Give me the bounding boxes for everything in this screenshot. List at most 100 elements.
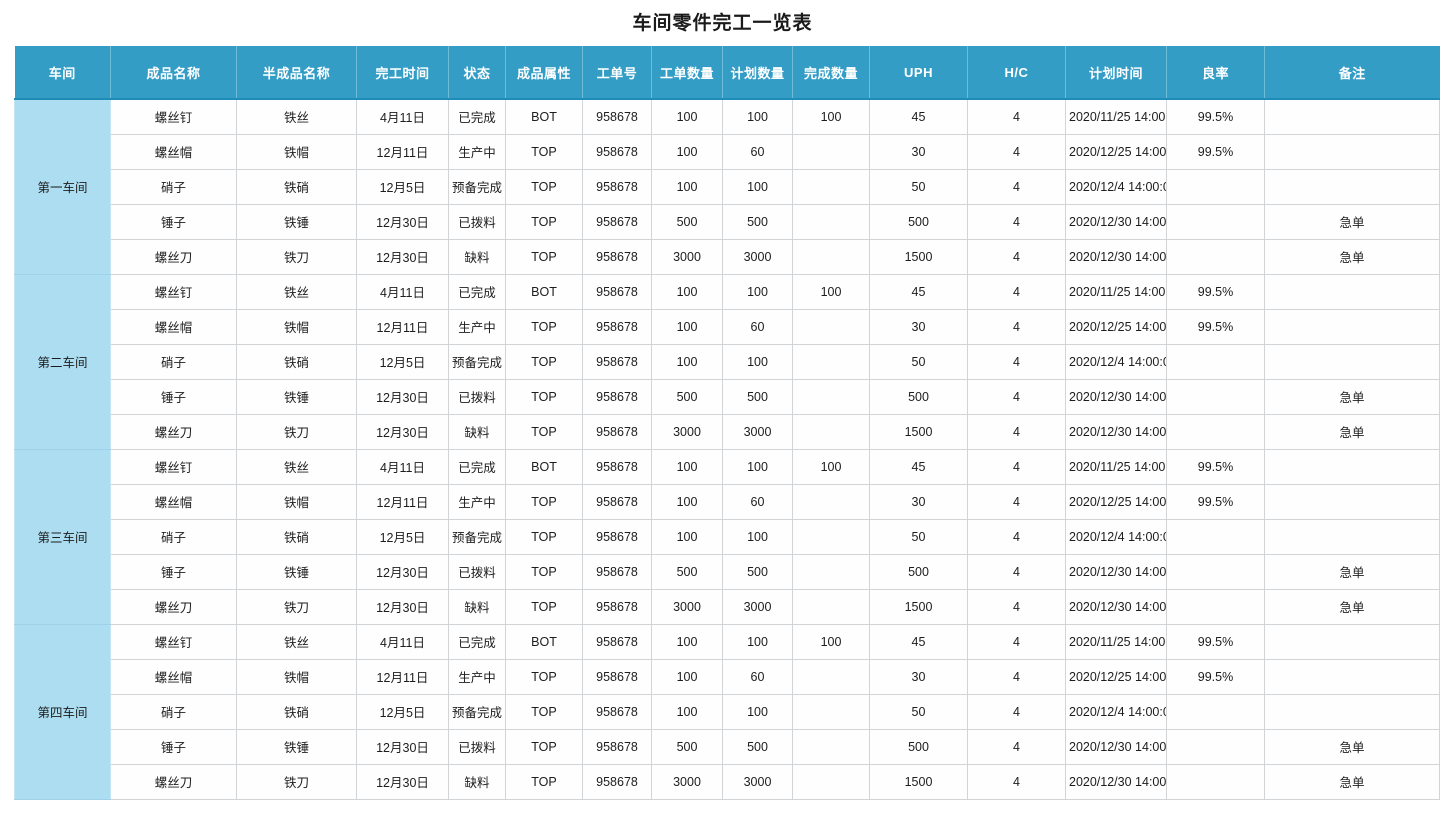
cell-finish-time[interactable]: 4月11日 xyxy=(356,623,449,660)
cell-yield-rate[interactable]: 99.5% xyxy=(1166,623,1265,660)
cell-uph[interactable]: 1500 xyxy=(869,763,968,800)
cell-yield-rate[interactable] xyxy=(1166,168,1265,205)
col-header-hc[interactable]: H/C xyxy=(967,46,1066,100)
cell-plan-qty[interactable]: 100 xyxy=(722,273,793,310)
cell-note[interactable] xyxy=(1264,343,1440,380)
cell-plan-time[interactable]: 2020/12/30 14:00: xyxy=(1065,203,1167,240)
cell-status[interactable]: 生产中 xyxy=(448,658,506,695)
cell-product-name[interactable]: 硝子 xyxy=(110,693,237,730)
cell-uph[interactable]: 50 xyxy=(869,168,968,205)
cell-note[interactable] xyxy=(1264,448,1440,485)
cell-uph[interactable]: 30 xyxy=(869,658,968,695)
cell-done-qty[interactable] xyxy=(792,168,870,205)
cell-finish-time[interactable]: 12月30日 xyxy=(356,728,449,765)
cell-done-qty[interactable] xyxy=(792,553,870,590)
cell-hc[interactable]: 4 xyxy=(967,728,1066,765)
cell-hc[interactable]: 4 xyxy=(967,448,1066,485)
cell-plan-time[interactable]: 2020/12/30 14:00: xyxy=(1065,763,1167,800)
cell-hc[interactable]: 4 xyxy=(967,133,1066,170)
cell-semi-product-name[interactable]: 铁刀 xyxy=(236,763,357,800)
cell-plan-qty[interactable]: 500 xyxy=(722,378,793,415)
cell-note[interactable] xyxy=(1264,308,1440,345)
col-header-workshop[interactable]: 车间 xyxy=(14,46,111,100)
cell-order-qty[interactable]: 100 xyxy=(651,273,723,310)
cell-finish-time[interactable]: 12月11日 xyxy=(356,133,449,170)
cell-status[interactable]: 预备完成 xyxy=(448,168,506,205)
cell-done-qty[interactable] xyxy=(792,518,870,555)
col-header-semi-product-name[interactable]: 半成品名称 xyxy=(236,46,357,100)
cell-product-attr[interactable]: TOP xyxy=(505,133,583,170)
table-row[interactable]: 锤子 铁锤 12月30日 已拨料 TOP 958678 500 500 500 4 2020/12/… xyxy=(15,203,1440,240)
cell-plan-qty[interactable]: 3000 xyxy=(722,413,793,450)
cell-status[interactable]: 已拨料 xyxy=(448,553,506,590)
cell-uph[interactable]: 1500 xyxy=(869,413,968,450)
cell-order-no[interactable]: 958678 xyxy=(582,483,652,520)
cell-uph[interactable]: 45 xyxy=(869,448,968,485)
cell-finish-time[interactable]: 12月30日 xyxy=(356,553,449,590)
cell-order-qty[interactable]: 3000 xyxy=(651,238,723,275)
table-row[interactable]: 螺丝帽 铁帽 12月11日 生产中 TOP 958678 100 60 30 4 2020/12/2… xyxy=(15,658,1440,695)
cell-yield-rate[interactable] xyxy=(1166,518,1265,555)
cell-finish-time[interactable]: 12月11日 xyxy=(356,308,449,345)
cell-product-attr[interactable]: TOP xyxy=(505,238,583,275)
cell-semi-product-name[interactable]: 铁帽 xyxy=(236,658,357,695)
table-row[interactable]: 硝子 铁硝 12月5日 预备完成 TOP 958678 100 100 50 4 2020/12/4… xyxy=(15,518,1440,555)
cell-plan-time[interactable]: 2020/11/25 14:00: xyxy=(1065,623,1167,660)
cell-semi-product-name[interactable]: 铁锤 xyxy=(236,203,357,240)
cell-hc[interactable]: 4 xyxy=(967,763,1066,800)
table-row[interactable]: 螺丝帽 铁帽 12月11日 生产中 TOP 958678 100 60 30 4 2020/12/2… xyxy=(15,308,1440,345)
cell-uph[interactable]: 30 xyxy=(869,133,968,170)
cell-status[interactable]: 已完成 xyxy=(448,623,506,660)
cell-order-no[interactable]: 958678 xyxy=(582,238,652,275)
col-header-uph[interactable]: UPH xyxy=(869,46,968,100)
cell-plan-qty[interactable]: 60 xyxy=(722,658,793,695)
table-row[interactable]: 螺丝刀 铁刀 12月30日 缺料 TOP 958678 3000 3000 1500 4 2020/… xyxy=(15,763,1440,800)
cell-hc[interactable]: 4 xyxy=(967,273,1066,310)
cell-order-qty[interactable]: 100 xyxy=(651,518,723,555)
cell-done-qty[interactable] xyxy=(792,693,870,730)
cell-uph[interactable]: 30 xyxy=(869,308,968,345)
table-row[interactable]: 第四车间 螺丝钉 铁丝 4月11日 已完成 BOT 958678 100 100 100 45 4 20… xyxy=(14,623,1440,800)
cell-plan-qty[interactable]: 60 xyxy=(722,133,793,170)
cell-plan-time[interactable]: 2020/12/4 14:00:0 xyxy=(1065,168,1167,205)
cell-product-attr[interactable]: BOT xyxy=(505,98,583,135)
cell-finish-time[interactable]: 4月11日 xyxy=(356,448,449,485)
cell-done-qty[interactable] xyxy=(792,483,870,520)
cell-yield-rate[interactable] xyxy=(1166,378,1265,415)
cell-note[interactable]: 急单 xyxy=(1264,413,1440,450)
cell-order-qty[interactable]: 100 xyxy=(651,658,723,695)
cell-yield-rate[interactable] xyxy=(1166,413,1265,450)
cell-order-no[interactable]: 958678 xyxy=(582,203,652,240)
cell-status[interactable]: 已拨料 xyxy=(448,203,506,240)
cell-note[interactable]: 急单 xyxy=(1264,238,1440,275)
cell-yield-rate[interactable] xyxy=(1166,763,1265,800)
cell-product-attr[interactable]: TOP xyxy=(505,553,583,590)
cell-semi-product-name[interactable]: 铁丝 xyxy=(236,98,357,135)
cell-product-name[interactable]: 硝子 xyxy=(110,168,237,205)
cell-yield-rate[interactable]: 99.5% xyxy=(1166,133,1265,170)
cell-plan-time[interactable]: 2020/12/30 14:00: xyxy=(1065,728,1167,765)
cell-product-name[interactable]: 螺丝钉 xyxy=(110,623,237,660)
cell-order-no[interactable]: 958678 xyxy=(582,133,652,170)
cell-plan-time[interactable]: 2020/12/4 14:00:0 xyxy=(1065,693,1167,730)
col-header-note[interactable]: 备注 xyxy=(1264,46,1440,100)
cell-plan-time[interactable]: 2020/12/30 14:00: xyxy=(1065,378,1167,415)
cell-product-attr[interactable]: TOP xyxy=(505,588,583,625)
workshop-group-cell[interactable]: 第三车间 xyxy=(14,448,111,625)
cell-order-qty[interactable]: 100 xyxy=(651,343,723,380)
cell-product-attr[interactable]: TOP xyxy=(505,518,583,555)
cell-plan-time[interactable]: 2020/12/30 14:00: xyxy=(1065,553,1167,590)
cell-plan-qty[interactable]: 100 xyxy=(722,693,793,730)
cell-product-name[interactable]: 锤子 xyxy=(110,378,237,415)
cell-status[interactable]: 生产中 xyxy=(448,483,506,520)
cell-status[interactable]: 已完成 xyxy=(448,98,506,135)
cell-note[interactable] xyxy=(1264,98,1440,135)
cell-hc[interactable]: 4 xyxy=(967,518,1066,555)
cell-product-name[interactable]: 锤子 xyxy=(110,553,237,590)
table-row[interactable]: 第一车间 螺丝钉 铁丝 4月11日 已完成 BOT 958678 100 100 100 45 4 20… xyxy=(14,98,1440,275)
cell-uph[interactable]: 30 xyxy=(869,483,968,520)
cell-status[interactable]: 缺料 xyxy=(448,588,506,625)
workshop-group-cell[interactable]: 第一车间 xyxy=(14,98,111,275)
cell-plan-time[interactable]: 2020/11/25 14:00: xyxy=(1065,448,1167,485)
cell-uph[interactable]: 50 xyxy=(869,693,968,730)
